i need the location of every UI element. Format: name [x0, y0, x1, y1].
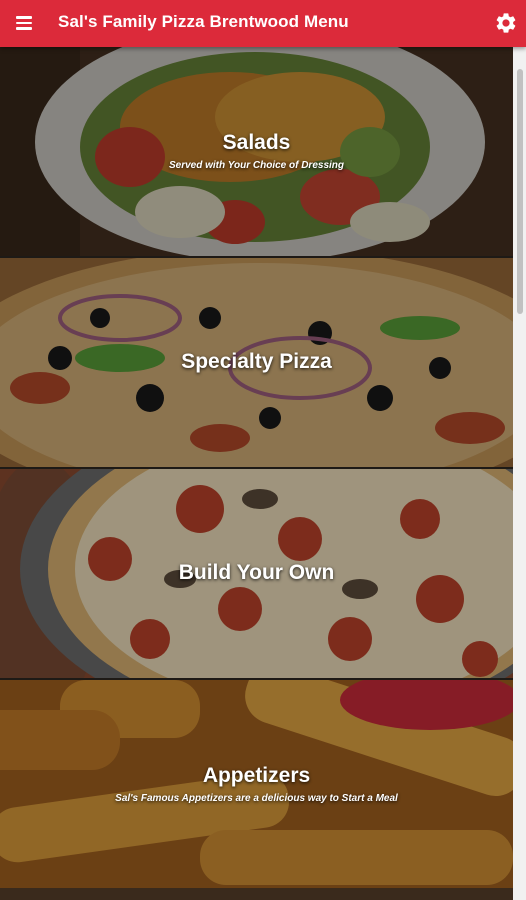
category-subtitle: Served with Your Choice of Dressing: [168, 160, 345, 171]
next-category-peek: [0, 888, 513, 900]
menu-category-list: Salads Served with Your Choice of Dressi…: [0, 47, 513, 900]
scrollbar-thumb[interactable]: [517, 69, 523, 314]
gear-icon[interactable]: [494, 11, 518, 35]
category-salads[interactable]: Salads Served with Your Choice of Dressi…: [0, 47, 513, 258]
category-build-your-own[interactable]: Build Your Own: [0, 469, 513, 680]
category-title: Specialty Pizza: [181, 350, 332, 373]
category-title: Build Your Own: [178, 561, 335, 584]
scrollbar[interactable]: [513, 47, 526, 900]
category-appetizers[interactable]: Appetizers Sal's Famous Appetizers are a…: [0, 680, 513, 891]
hamburger-menu-icon[interactable]: [13, 12, 35, 34]
category-specialty-pizza[interactable]: Specialty Pizza: [0, 258, 513, 469]
category-title: Salads: [222, 131, 291, 154]
category-title: Appetizers: [202, 764, 311, 787]
app-title: Sal's Family Pizza Brentwood Menu: [58, 12, 349, 31]
category-subtitle: Sal's Famous Appetizers are a delicious …: [115, 793, 398, 804]
app-bar: Sal's Family Pizza Brentwood Menu: [0, 0, 526, 47]
